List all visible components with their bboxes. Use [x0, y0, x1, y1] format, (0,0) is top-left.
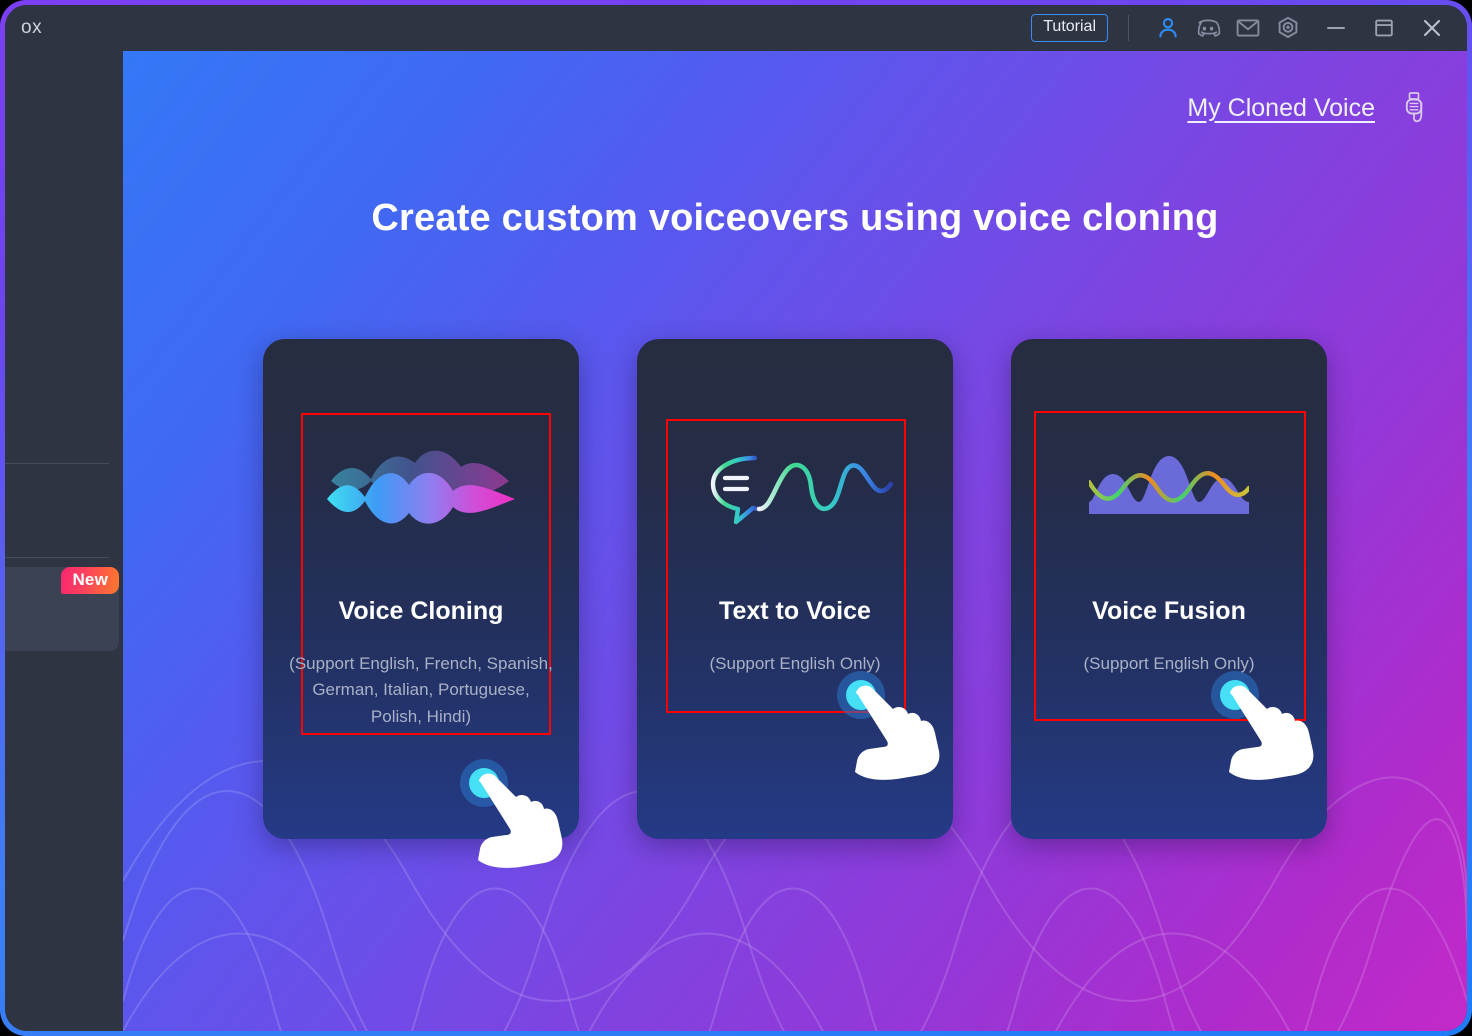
window-inner: ox Tutorial New My Cloned Voice Create c… — [5, 5, 1467, 1031]
card-title: Voice Fusion — [1092, 597, 1246, 625]
sidebar-divider-1 — [5, 463, 109, 464]
card-subtitle: (Support English Only) — [1083, 654, 1255, 673]
click-cursor-icon — [825, 669, 955, 794]
click-cursor-icon — [1199, 669, 1329, 794]
settings-icon[interactable] — [1271, 11, 1305, 45]
card-title: Voice Cloning — [338, 597, 504, 625]
cloned-voice-row: My Cloned Voice — [1187, 91, 1433, 125]
sidebar-item-new[interactable]: New — [5, 567, 119, 651]
my-cloned-voice-link[interactable]: My Cloned Voice — [1187, 94, 1375, 123]
audio-waveform-icon — [263, 435, 579, 535]
sidebar-divider-2 — [5, 557, 109, 558]
card-text-to-voice[interactable]: Text to Voice (Support English Only) — [637, 339, 953, 839]
main-panel: My Cloned Voice Create custom voiceovers… — [123, 51, 1467, 1031]
restore-button[interactable] — [1367, 11, 1401, 45]
app-title: ox — [21, 17, 43, 38]
app-window: ox Tutorial New My Cloned Voice Create c… — [0, 0, 1472, 1036]
card-voice-fusion[interactable]: Voice Fusion (Support English Only) — [1011, 339, 1327, 839]
feature-cards: Voice Cloning (Support English, French, … — [123, 339, 1467, 868]
title-bar: ox Tutorial — [5, 5, 1467, 51]
close-button[interactable] — [1415, 11, 1449, 45]
new-badge: New — [61, 567, 119, 594]
wave-peaks-icon — [1011, 435, 1327, 535]
account-icon[interactable] — [1151, 11, 1185, 45]
minimize-button[interactable] — [1319, 11, 1353, 45]
titlebar-actions: Tutorial — [1031, 5, 1449, 51]
sidebar: ch ch New — [5, 51, 123, 1031]
discord-icon[interactable] — [1191, 11, 1225, 45]
tutorial-button[interactable]: Tutorial — [1031, 14, 1108, 42]
card-title: Text to Voice — [719, 597, 871, 625]
card-voice-cloning[interactable]: Voice Cloning (Support English, French, … — [263, 339, 579, 868]
card-subtitle: (Support English Only) — [709, 654, 881, 673]
page-title: Create custom voiceovers using voice clo… — [371, 197, 1219, 239]
card-subtitle: (Support English, French, Spanish, Germa… — [289, 654, 553, 726]
speech-bubble-wave-icon — [637, 435, 953, 535]
titlebar-divider — [1128, 15, 1129, 41]
mail-icon[interactable] — [1231, 11, 1265, 45]
microphone-icon[interactable] — [1401, 91, 1433, 125]
